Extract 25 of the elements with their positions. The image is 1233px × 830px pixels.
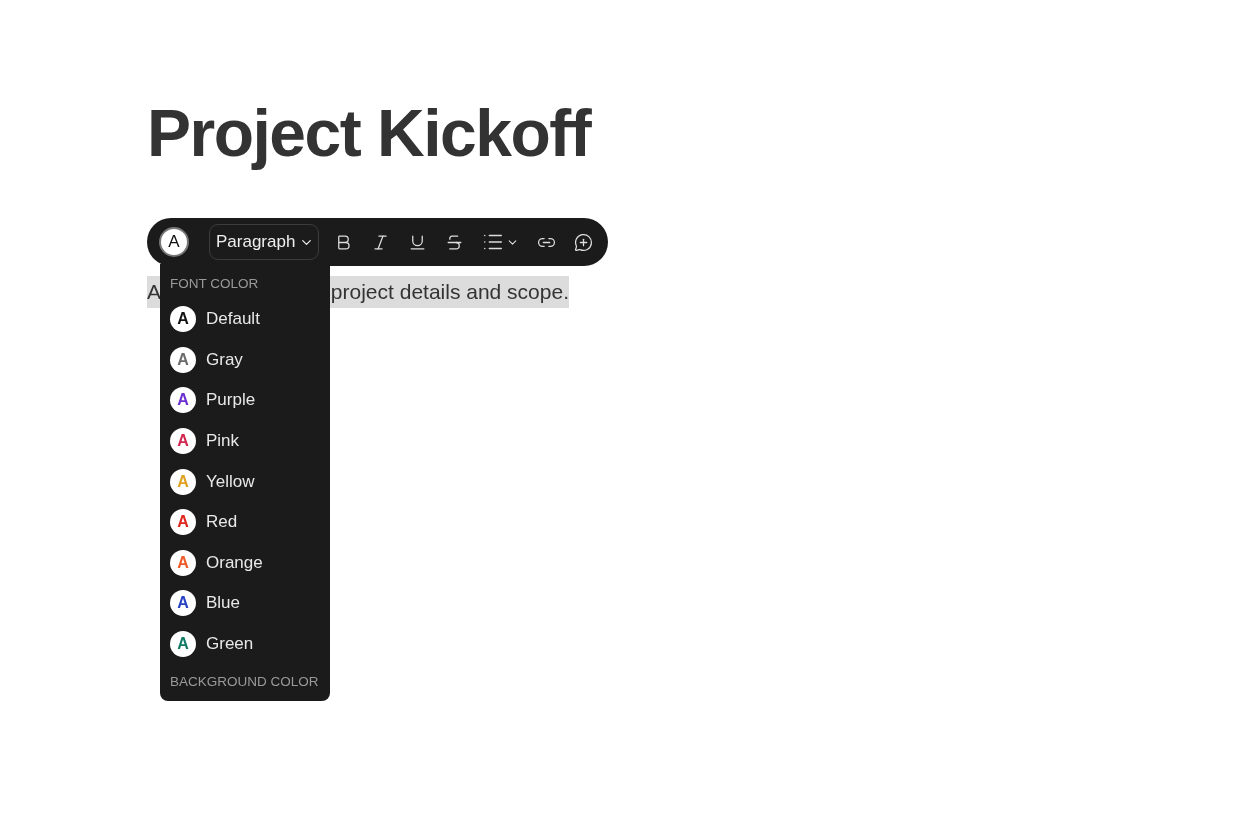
- color-swatch: A: [170, 428, 196, 455]
- color-option[interactable]: A Purple: [170, 380, 320, 421]
- paragraph-text: A: [147, 280, 161, 304]
- block-type-dropdown[interactable]: Paragraph: [209, 224, 320, 260]
- paragraph-text: project details and scope.: [330, 280, 569, 304]
- color-swatch: A: [170, 387, 196, 414]
- section-heading: FONT COLOR: [170, 276, 259, 291]
- color-option[interactable]: A Gray: [170, 339, 320, 381]
- color-option[interactable]: A Blue: [170, 583, 320, 624]
- color-swatch: A: [170, 549, 196, 576]
- color-option[interactable]: A Yellow: [170, 461, 320, 502]
- color-swatch: A: [170, 346, 196, 373]
- color-swatch: A: [170, 468, 196, 495]
- color-option[interactable]: A Default: [170, 299, 320, 340]
- color-option[interactable]: A Green: [170, 623, 320, 665]
- color-option[interactable]: A Red: [170, 501, 320, 543]
- color-option[interactable]: A Orange: [170, 542, 320, 584]
- color-swatch: A: [170, 631, 196, 658]
- section-heading: BACKGROUND COLOR: [170, 674, 319, 690]
- font-color-button[interactable]: A: [159, 227, 189, 257]
- color-swatch: A: [170, 509, 196, 536]
- color-swatch: A: [170, 306, 196, 333]
- color-option[interactable]: A Pink: [170, 420, 320, 462]
- page-title: Project Kickoff: [147, 95, 593, 172]
- color-swatch: A: [170, 590, 196, 617]
